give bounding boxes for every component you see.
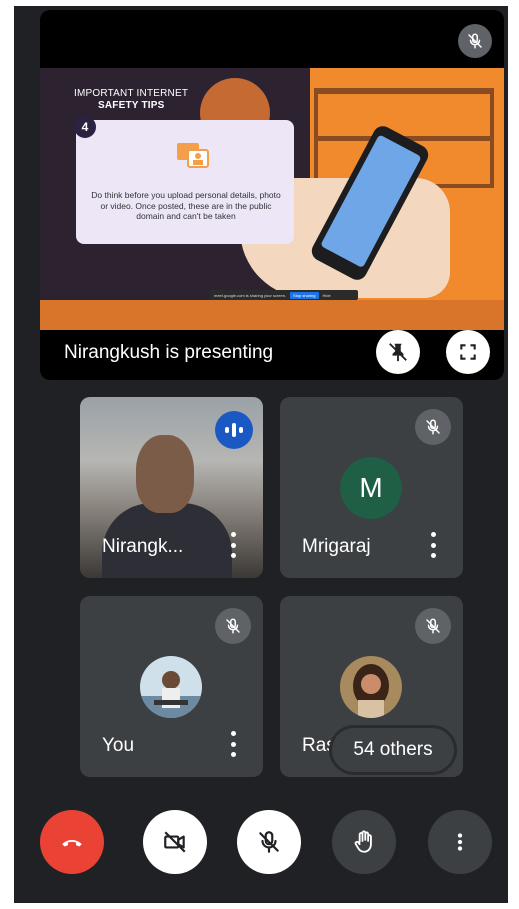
others-count-button[interactable]: 54 others xyxy=(332,728,454,772)
image-upload-icon xyxy=(176,142,210,168)
mic-off-icon xyxy=(415,608,451,644)
tip-card: 4 Do think before you upload personal de… xyxy=(74,116,294,244)
stop-sharing-button[interactable]: Stop sharing xyxy=(290,291,319,299)
mic-off-icon xyxy=(415,409,451,445)
participant-name: Nirangk... xyxy=(102,536,184,557)
slide-heading-line1: IMPORTANT INTERNET xyxy=(74,88,189,99)
more-options-icon xyxy=(457,833,463,851)
avatar xyxy=(340,656,402,718)
more-options-icon[interactable] xyxy=(229,731,237,757)
slide-heading-line2: SAFETY TIPS xyxy=(98,100,165,111)
meeting-screen: IMPORTANT INTERNET SAFETY TIPS 4 Do thin… xyxy=(14,6,508,903)
more-options-button[interactable] xyxy=(428,810,492,874)
presenter-label: Nirangkush is presenting xyxy=(64,342,274,363)
fullscreen-button[interactable] xyxy=(446,330,490,374)
fullscreen-icon xyxy=(460,344,476,360)
avatar xyxy=(140,656,202,718)
speaking-indicator-icon xyxy=(215,411,253,449)
mic-off-icon xyxy=(215,608,251,644)
end-call-button[interactable] xyxy=(40,810,104,874)
mic-toggle-button[interactable] xyxy=(237,810,301,874)
end-call-icon xyxy=(62,840,82,847)
slide-title: IMPORTANT INTERNET SAFETY TIPS xyxy=(74,88,188,112)
camera-toggle-button[interactable] xyxy=(143,810,207,874)
screen-sharing-bar: meet.google.com is sharing your screen. … xyxy=(210,290,358,300)
participant-name: You xyxy=(102,735,135,756)
sharing-bar-text: meet.google.com is sharing your screen. xyxy=(214,292,287,298)
camera-off-icon xyxy=(164,831,186,853)
raise-hand-button[interactable] xyxy=(332,810,396,874)
participant-name: Mrigaraj xyxy=(302,536,371,557)
unpin-button[interactable] xyxy=(376,330,420,374)
tip-number: 4 xyxy=(74,116,96,138)
more-options-icon[interactable] xyxy=(429,532,437,558)
unpin-icon xyxy=(389,343,407,362)
participant-tile-mrigaraj[interactable]: M Mrigaraj xyxy=(280,397,463,578)
video-person-head xyxy=(136,435,194,513)
tip-text: Do think before you upload personal deta… xyxy=(91,190,281,221)
participant-tile-you[interactable]: You xyxy=(80,596,263,777)
more-options-icon[interactable] xyxy=(229,532,237,558)
participant-tile-nirangkush[interactable]: Nirangk... xyxy=(80,397,263,578)
raise-hand-icon xyxy=(354,830,372,853)
presentation-tile[interactable]: IMPORTANT INTERNET SAFETY TIPS 4 Do thin… xyxy=(40,10,504,380)
slide-floor xyxy=(40,300,504,330)
mic-off-icon xyxy=(259,831,279,853)
hide-button[interactable]: Hide xyxy=(323,293,331,298)
avatar: M xyxy=(340,457,402,519)
mic-off-icon xyxy=(458,24,492,58)
shared-slide: IMPORTANT INTERNET SAFETY TIPS 4 Do thin… xyxy=(40,68,504,330)
